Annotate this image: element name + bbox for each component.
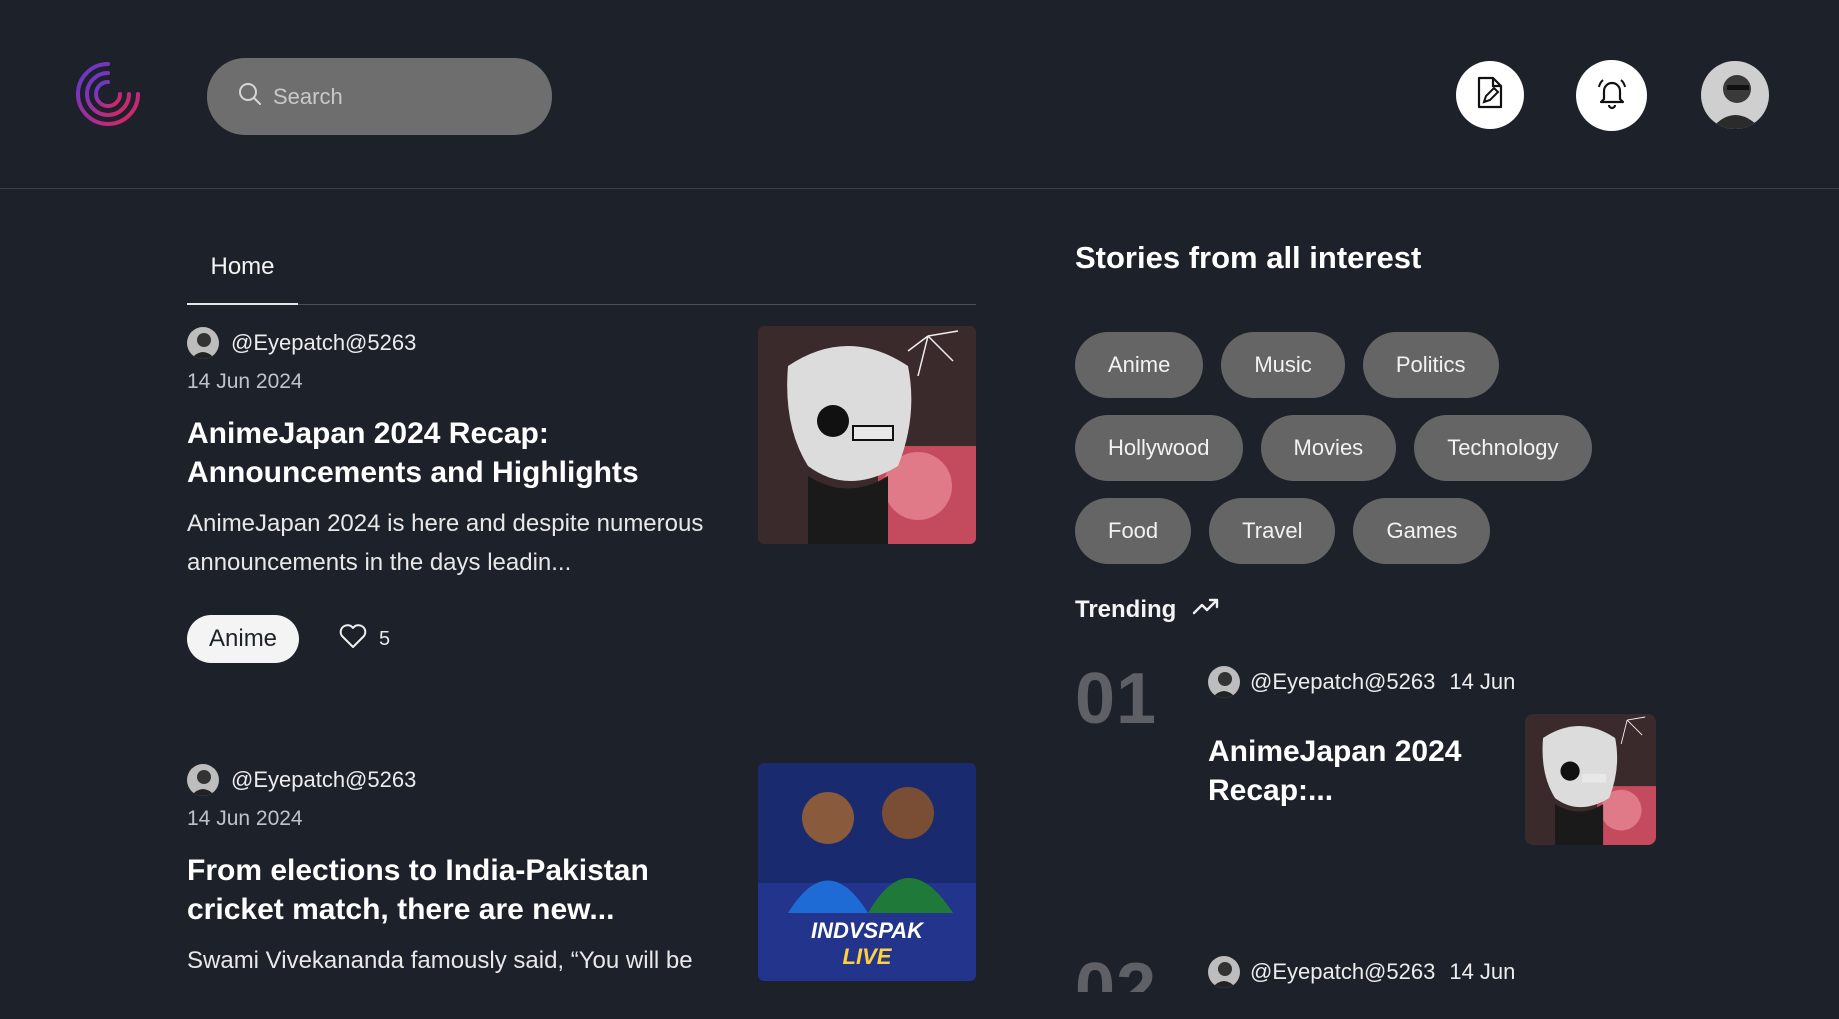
notifications-button[interactable] bbox=[1576, 60, 1647, 131]
post-excerpt[interactable]: AnimeJapan 2024 is here and despite nume… bbox=[187, 504, 727, 582]
trending-item[interactable]: 02 @Eyepatch@5263 14 Jun bbox=[1075, 948, 1725, 992]
trending-rank: 02 bbox=[1075, 949, 1158, 992]
tab-home[interactable]: Home bbox=[187, 230, 298, 305]
write-icon bbox=[1475, 76, 1505, 115]
trending-item[interactable]: 01 @Eyepatch@5263 14 Jun AnimeJapan 2024… bbox=[1075, 658, 1725, 858]
post-meta: Anime 5 bbox=[187, 615, 976, 663]
interest-chip-politics[interactable]: Politics bbox=[1362, 332, 1499, 398]
post-card[interactable]: @Eyepatch@5263 14 Jun 2024 AnimeJapan 20… bbox=[187, 326, 976, 663]
user-avatar[interactable] bbox=[1701, 61, 1769, 129]
write-story-button[interactable] bbox=[1456, 61, 1524, 129]
author-avatar bbox=[1208, 956, 1240, 988]
trending-date: 14 Jun bbox=[1449, 959, 1516, 984]
interest-chip-movies[interactable]: Movies bbox=[1260, 415, 1397, 481]
interest-chip-anime[interactable]: Anime bbox=[1075, 332, 1204, 398]
like-count: 5 bbox=[379, 627, 391, 650]
search-icon bbox=[237, 81, 263, 112]
search-input[interactable] bbox=[273, 83, 523, 110]
author-avatar bbox=[187, 764, 219, 796]
author-name: @Eyepatch@5263 bbox=[1250, 669, 1436, 694]
thumb-text-line2: LIVE bbox=[843, 944, 893, 969]
heart-icon bbox=[339, 623, 367, 655]
post-card[interactable]: @Eyepatch@5263 14 Jun 2024 From election… bbox=[187, 763, 976, 1019]
post-title[interactable]: From elections to India-Pakistan cricket… bbox=[187, 851, 727, 929]
feed-tabs: Home bbox=[187, 230, 976, 305]
trending-thumbnail[interactable] bbox=[1525, 714, 1656, 845]
author-avatar bbox=[1208, 666, 1240, 698]
interest-chips: Anime Music Politics Hollywood Movies Te… bbox=[1075, 332, 1675, 581]
search-bar[interactable] bbox=[207, 58, 552, 135]
trending-rank: 01 bbox=[1075, 659, 1158, 739]
post-tag[interactable]: Anime bbox=[187, 615, 300, 663]
interest-chip-food[interactable]: Food bbox=[1075, 498, 1192, 564]
interest-chip-hollywood[interactable]: Hollywood bbox=[1075, 415, 1243, 481]
trending-author[interactable]: @Eyepatch@5263 14 Jun bbox=[1208, 956, 1515, 988]
author-name: @Eyepatch@5263 bbox=[1250, 959, 1436, 984]
thumb-text-line1: INDVSPAK bbox=[811, 918, 925, 943]
trending-title[interactable]: AnimeJapan 2024 Recap:... bbox=[1208, 732, 1518, 810]
author-name: @Eyepatch@5263 bbox=[231, 330, 417, 355]
trending-author[interactable]: @Eyepatch@5263 14 Jun bbox=[1208, 666, 1515, 698]
interest-chip-technology[interactable]: Technology bbox=[1414, 415, 1592, 481]
trending-date: 14 Jun bbox=[1449, 669, 1516, 694]
right-sidebar: Stories from all interest Anime Music Po… bbox=[1075, 240, 1725, 992]
interest-chip-games[interactable]: Games bbox=[1353, 498, 1491, 564]
interest-chip-music[interactable]: Music bbox=[1221, 332, 1345, 398]
post-title[interactable]: AnimeJapan 2024 Recap: Announcements and… bbox=[187, 414, 727, 492]
interest-chip-travel[interactable]: Travel bbox=[1209, 498, 1336, 564]
author-avatar bbox=[187, 327, 219, 359]
stories-title: Stories from all interest bbox=[1075, 240, 1422, 275]
bell-icon bbox=[1595, 76, 1629, 115]
trending-up-icon bbox=[1192, 596, 1220, 624]
post-thumbnail[interactable]: INDVSPAK LIVE bbox=[758, 763, 976, 981]
post-excerpt[interactable]: Swami Vivekananda famously said, “You wi… bbox=[187, 941, 727, 1019]
post-thumbnail[interactable] bbox=[758, 326, 976, 544]
top-bar bbox=[0, 0, 1839, 189]
trending-heading: Trending bbox=[1075, 596, 1220, 624]
like-button[interactable]: 5 bbox=[339, 623, 390, 655]
logo-icon[interactable] bbox=[74, 60, 142, 128]
author-name: @Eyepatch@5263 bbox=[231, 767, 417, 792]
trending-label: Trending bbox=[1075, 596, 1177, 623]
